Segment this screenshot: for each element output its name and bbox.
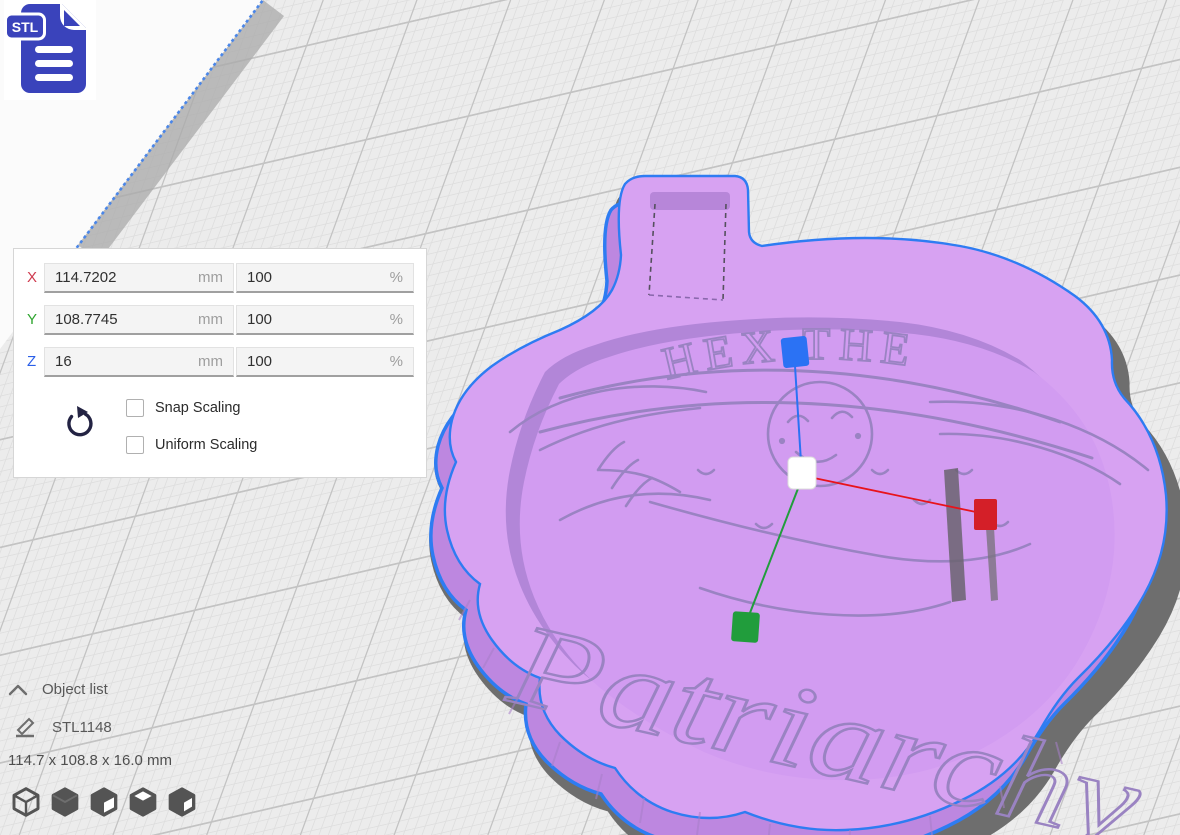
z-size-value: 16 [55, 348, 72, 375]
view-solid-button[interactable] [49, 786, 81, 818]
document-line [35, 60, 73, 67]
z-percent-input[interactable]: 100 % [236, 347, 414, 377]
document-line [35, 46, 73, 53]
scale-row-z: Z 16 mm 100 % [14, 347, 426, 377]
z-percent-unit: % [390, 348, 403, 375]
x-size-unit: mm [198, 264, 223, 291]
document-line [35, 74, 73, 81]
scale-row-x: X 114.7202 mm 100 % [14, 263, 426, 293]
x-size-input[interactable]: 114.7202 mm [44, 263, 234, 293]
x-size-value: 114.7202 [55, 264, 116, 291]
stl-file-icon: STL [4, 0, 96, 100]
stl-badge-label: STL [12, 19, 39, 35]
y-percent-value: 100 [247, 306, 272, 333]
view-front-button[interactable] [88, 786, 120, 818]
y-size-input[interactable]: 108.7745 mm [44, 305, 234, 335]
view-top-button[interactable] [127, 786, 159, 818]
z-axis-label: Z [27, 347, 45, 377]
model-dimensions-readout: 114.7 x 108.8 x 16.0 mm [8, 752, 172, 769]
reset-scale-button[interactable] [60, 405, 96, 443]
view-side-button[interactable] [166, 786, 198, 818]
z-size-input[interactable]: 16 mm [44, 347, 234, 377]
x-percent-unit: % [390, 264, 403, 291]
gizmo-z-handle[interactable] [781, 336, 810, 369]
object-list-title[interactable]: Object list [42, 681, 108, 698]
object-list-header: Object list [8, 681, 108, 698]
viewport[interactable]: HEX THE Patriarchy [0, 0, 1180, 835]
cube-top-view-icon [127, 786, 159, 818]
uniform-scaling-checkbox[interactable] [126, 436, 144, 454]
snap-scaling-checkbox[interactable] [126, 399, 144, 417]
snap-scaling-label: Snap Scaling [155, 400, 240, 416]
y-percent-input[interactable]: 100 % [236, 305, 414, 335]
reset-icon [61, 405, 95, 441]
uniform-scaling-label: Uniform Scaling [155, 437, 257, 453]
object-item-name: STL1148 [52, 719, 112, 736]
model-freshie-mold[interactable]: HEX THE Patriarchy [429, 176, 1180, 835]
gizmo-x-handle[interactable] [974, 499, 997, 530]
y-size-value: 108.7745 [55, 306, 118, 333]
uniform-scaling-option: Uniform Scaling [126, 435, 257, 455]
camera-view-toolbar [10, 786, 198, 818]
z-percent-value: 100 [247, 348, 272, 375]
y-size-unit: mm [198, 306, 223, 333]
cube-front-view-icon [88, 786, 120, 818]
pencil-icon [14, 716, 36, 738]
y-axis-label: Y [27, 305, 45, 335]
chevron-up-icon[interactable] [8, 684, 28, 696]
cube-solid-view-icon [49, 786, 81, 818]
cube-side-view-icon [166, 786, 198, 818]
cube-3d-view-icon [10, 786, 42, 818]
x-axis-label: X [27, 263, 45, 293]
gizmo-center-handle[interactable] [788, 457, 816, 489]
x-percent-input[interactable]: 100 % [236, 263, 414, 293]
x-percent-value: 100 [247, 264, 272, 291]
scale-row-y: Y 108.7745 mm 100 % [14, 305, 426, 335]
gizmo-y-handle[interactable] [731, 611, 760, 643]
snap-scaling-option: Snap Scaling [126, 398, 240, 418]
object-list-item[interactable]: STL1148 [14, 716, 112, 738]
view-3d-button[interactable] [10, 786, 42, 818]
y-percent-unit: % [390, 306, 403, 333]
scale-tool-panel: X 114.7202 mm 100 % Y 108.7745 mm 100 % … [13, 248, 427, 478]
z-size-unit: mm [198, 348, 223, 375]
